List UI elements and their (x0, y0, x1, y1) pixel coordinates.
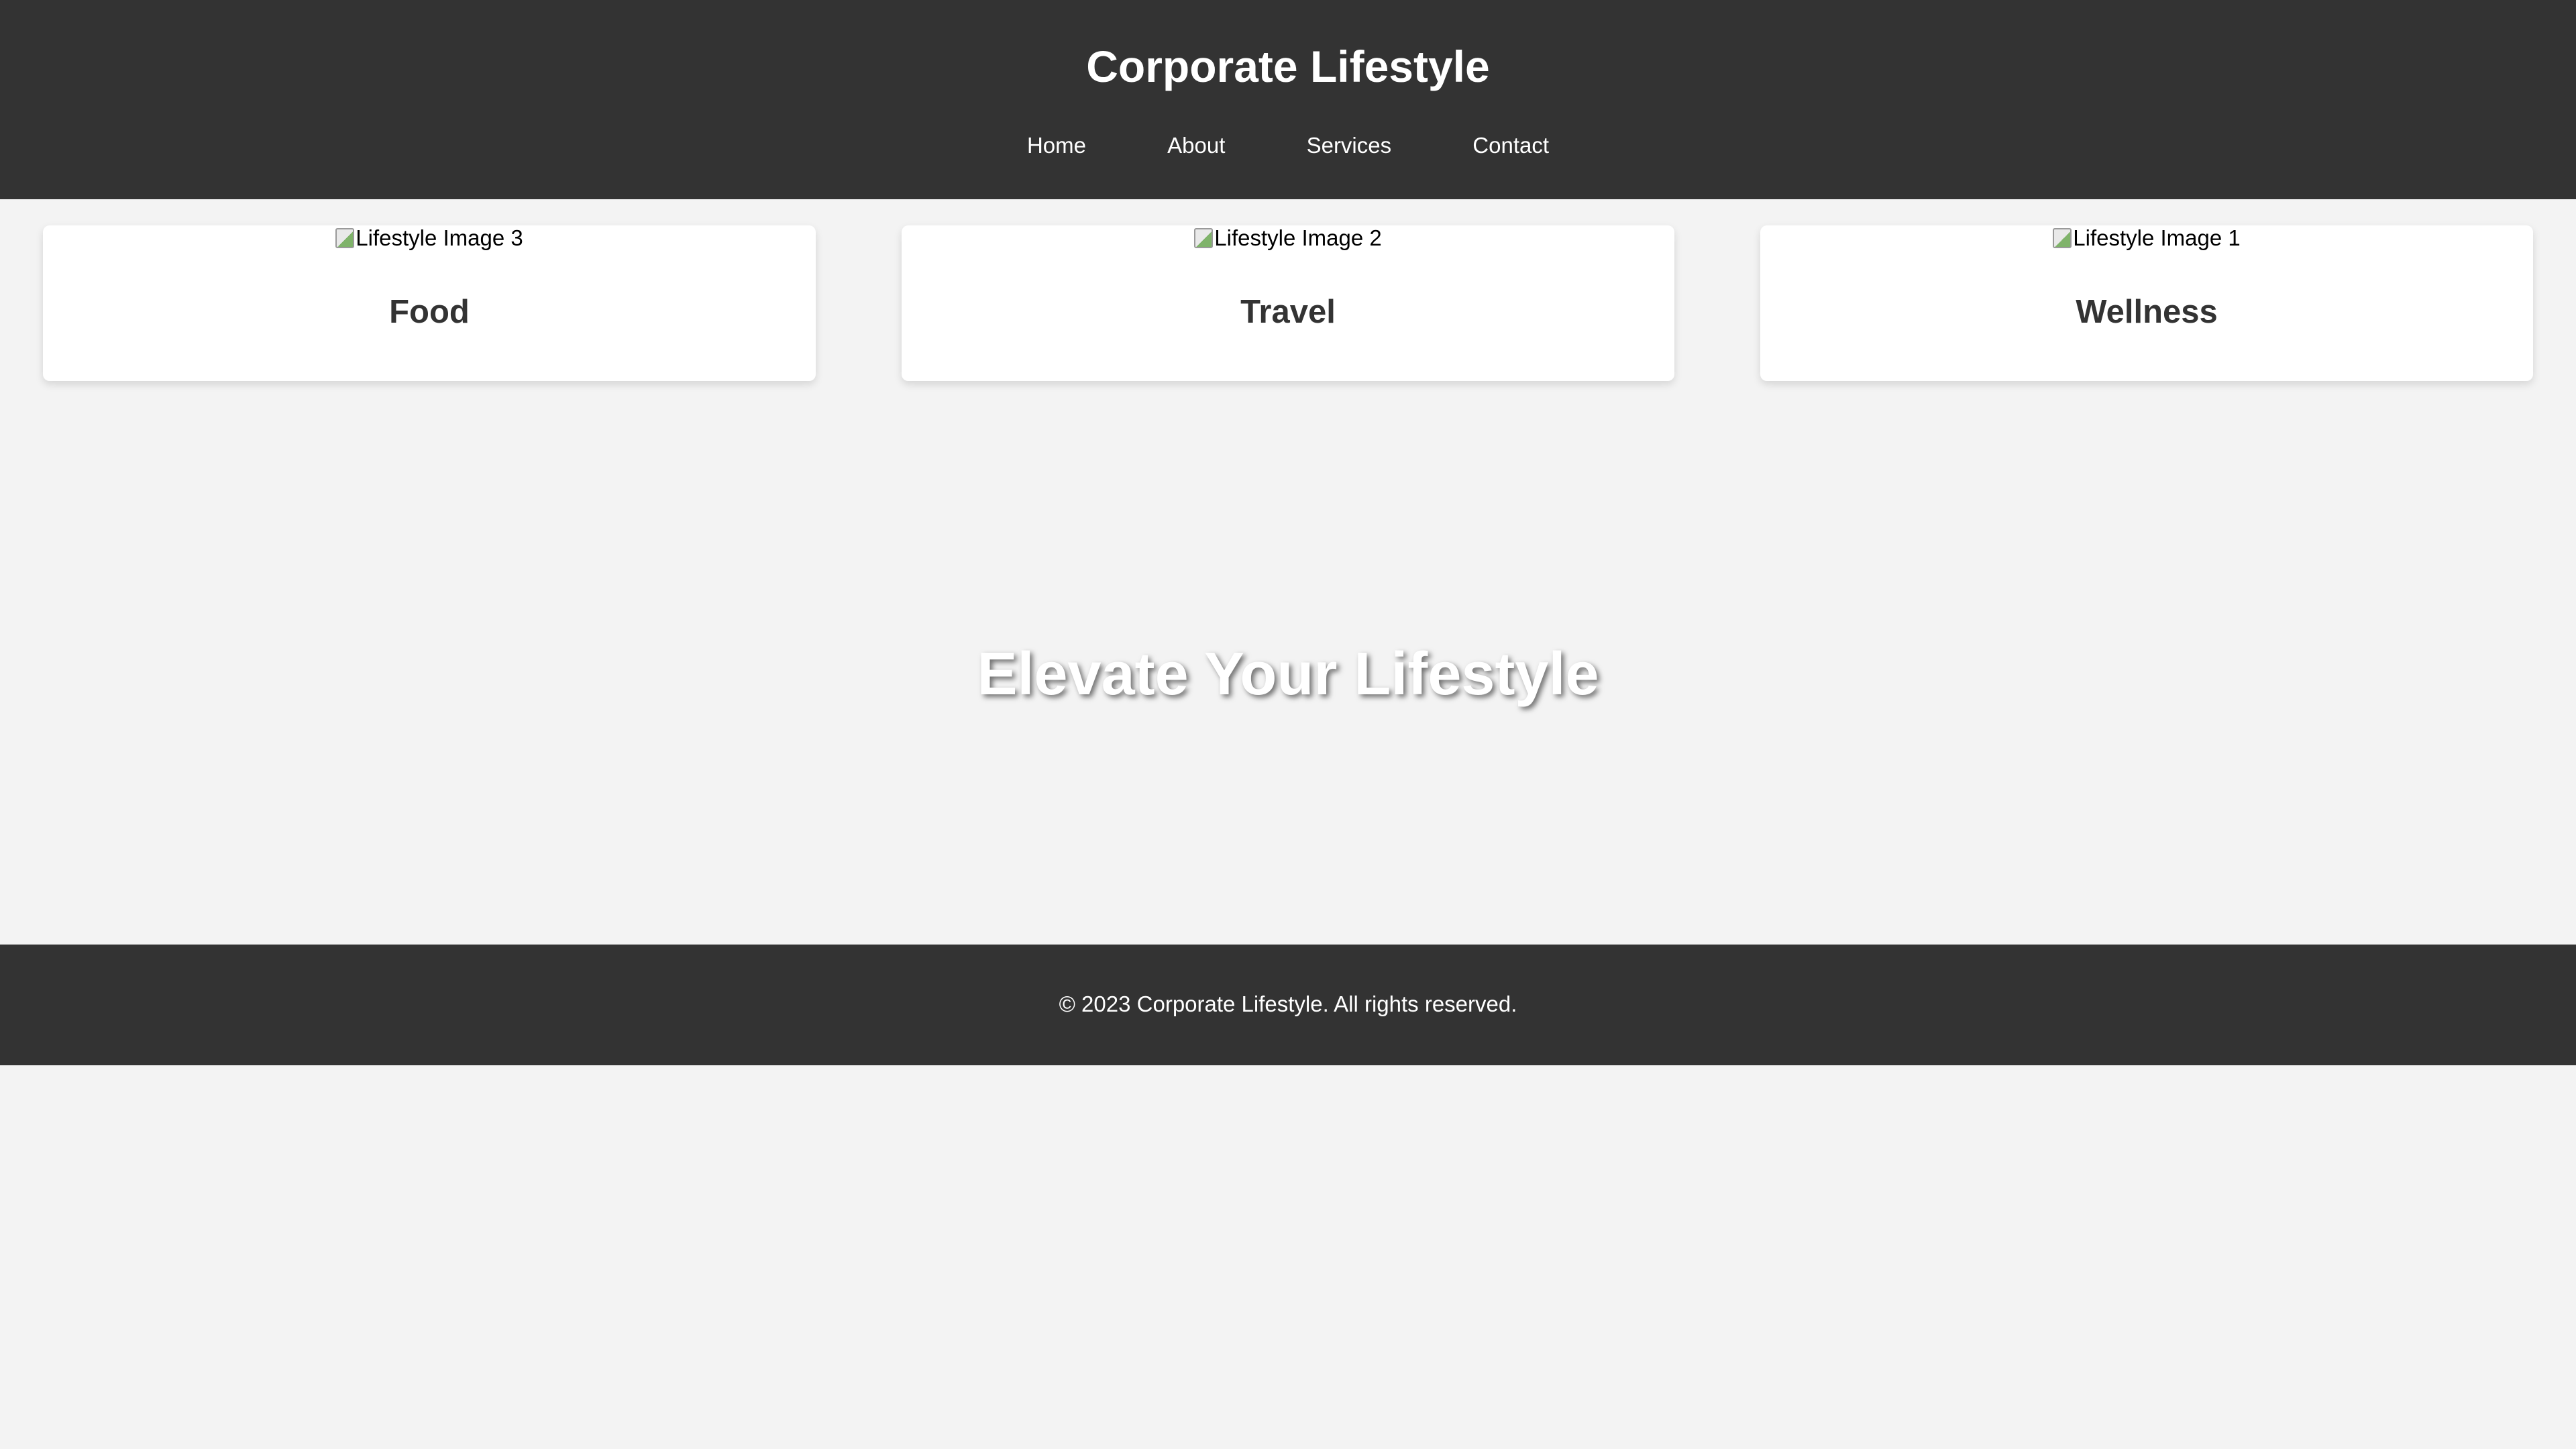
card-image-alt: Lifestyle Image 3 (356, 225, 523, 250)
card-food[interactable]: Lifestyle Image 3 Food (43, 225, 816, 381)
card-wellness[interactable]: Lifestyle Image 1 Wellness (1760, 225, 2533, 381)
card-travel[interactable]: Lifestyle Image 2 Travel (902, 225, 1674, 381)
broken-image-icon (1194, 228, 1214, 248)
footer-copyright: © 2023 Corporate Lifestyle. All rights r… (1059, 991, 1517, 1016)
site-footer: © 2023 Corporate Lifestyle. All rights r… (0, 945, 2576, 1065)
nav-link-services[interactable]: Services (1307, 131, 1392, 160)
main-nav: Home About Services Contact (0, 131, 2576, 160)
card-title-wellness: Wellness (2076, 294, 2218, 330)
card-title-travel: Travel (1240, 294, 1336, 330)
nav-link-contact[interactable]: Contact (1472, 131, 1549, 160)
site-header: Corporate Lifestyle Home About Services … (0, 0, 2576, 199)
card-image-food: Lifestyle Image 3 (43, 225, 816, 251)
hero-heading: Elevate Your Lifestyle (977, 641, 1599, 708)
card-title-food: Food (389, 294, 470, 330)
card-image-alt: Lifestyle Image 1 (2073, 225, 2241, 250)
card-image-alt: Lifestyle Image 2 (1214, 225, 1382, 250)
nav-link-about[interactable]: About (1167, 131, 1225, 160)
broken-image-icon (2053, 228, 2072, 248)
card-image-travel: Lifestyle Image 2 (902, 225, 1674, 251)
site-title: Corporate Lifestyle (1086, 42, 1490, 91)
card-image-wellness: Lifestyle Image 1 (1760, 225, 2533, 251)
broken-image-icon (335, 228, 355, 248)
nav-link-home[interactable]: Home (1027, 131, 1086, 160)
